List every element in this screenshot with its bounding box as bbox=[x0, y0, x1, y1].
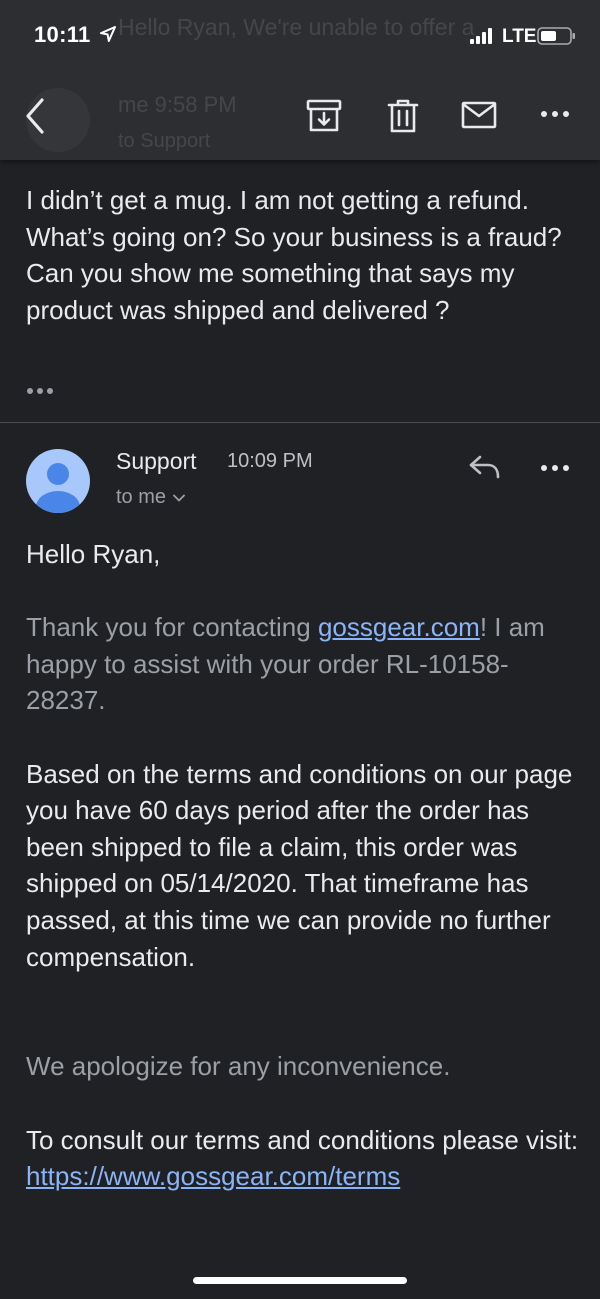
top-toolbar: Hello Ryan, We're unable to offer a me 9… bbox=[0, 0, 600, 160]
terms-link-row: https://www.gossgear.com/terms bbox=[26, 1158, 586, 1195]
status-time: 10:11 bbox=[34, 22, 91, 47]
reply-icon[interactable] bbox=[468, 453, 502, 481]
archive-icon[interactable] bbox=[305, 98, 343, 134]
consult-text: To consult our terms and conditions plea… bbox=[26, 1124, 579, 1155]
apology-text: We apologize for any inconvenience. bbox=[26, 1051, 451, 1082]
home-indicator[interactable] bbox=[193, 1277, 407, 1284]
terms-paragraph: Based on the terms and conditions on our… bbox=[26, 758, 573, 972]
message-thread: I didn’t get a mug. I am not getting a r… bbox=[0, 160, 600, 1299]
chevron-down-icon bbox=[173, 494, 185, 501]
message-body: Hello Ryan, Thank you for contacting gos… bbox=[26, 536, 586, 1195]
battery-icon bbox=[537, 27, 575, 45]
message-divider bbox=[0, 422, 600, 423]
greeting-text: Hello Ryan, bbox=[26, 539, 161, 569]
location-arrow-icon bbox=[100, 26, 116, 42]
background-preview-text: Hello Ryan, We're unable to offer a bbox=[118, 14, 475, 40]
quoted-message-text: I didn’t get a mug. I am not getting a r… bbox=[26, 185, 562, 325]
sender-name[interactable]: Support bbox=[116, 448, 197, 475]
signal-bars-icon bbox=[470, 28, 492, 44]
background-sender: me 9:58 PM bbox=[118, 92, 237, 117]
back-arrow-icon[interactable] bbox=[20, 96, 50, 136]
mail-icon[interactable] bbox=[461, 100, 497, 130]
show-trimmed-content-icon[interactable] bbox=[26, 386, 56, 396]
gossgear-link[interactable]: gossgear.com bbox=[318, 612, 480, 642]
message-more-icon[interactable] bbox=[540, 464, 570, 472]
recipient-details[interactable]: to me bbox=[116, 486, 185, 509]
trash-icon[interactable] bbox=[386, 98, 420, 134]
message-time: 10:09 PM bbox=[227, 450, 313, 472]
avatar bbox=[26, 449, 90, 513]
thanks-prefix: Thank you for contacting bbox=[26, 612, 318, 643]
terms-link[interactable]: https://www.gossgear.com/terms bbox=[26, 1161, 400, 1191]
background-recipient: to Support bbox=[118, 130, 211, 152]
network-type: LTE bbox=[502, 26, 537, 47]
thanks-paragraph: Thank you for contacting gossgear.com! I… bbox=[26, 609, 586, 719]
recipient-label: to me bbox=[116, 486, 167, 508]
more-icon[interactable] bbox=[540, 110, 570, 118]
